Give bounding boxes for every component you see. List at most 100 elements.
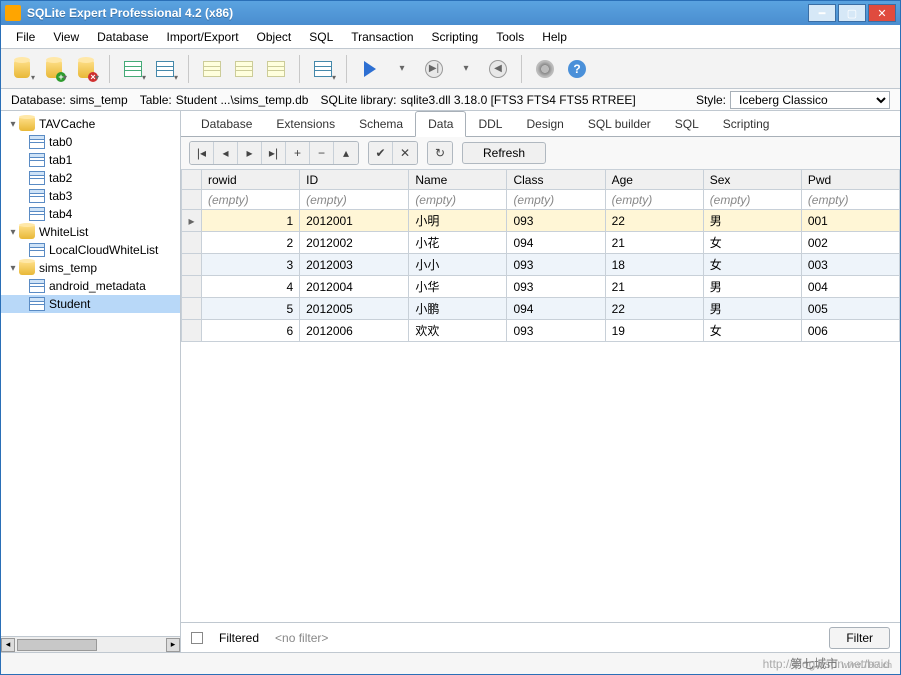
menu-scripting[interactable]: Scripting [425, 27, 486, 47]
minimize-button[interactable]: ━ [808, 4, 836, 22]
open-database-button[interactable]: ▾ [7, 54, 37, 84]
step-back-button[interactable]: ◀ [483, 54, 513, 84]
cell-id[interactable]: 2012003 [300, 254, 409, 276]
empty-cell[interactable]: (empty) [703, 190, 801, 210]
empty-cell[interactable]: (empty) [507, 190, 605, 210]
new-index-button[interactable] [261, 54, 291, 84]
menu-file[interactable]: File [9, 27, 42, 47]
column-header-age[interactable]: Age [605, 170, 703, 190]
tab-extensions[interactable]: Extensions [264, 112, 347, 136]
nav-edit-button[interactable]: ▴ [334, 142, 358, 164]
nav-first-button[interactable]: |◂ [190, 142, 214, 164]
cell-name[interactable]: 小鹏 [409, 298, 507, 320]
empty-cell[interactable]: (empty) [409, 190, 507, 210]
cell-age[interactable]: 22 [605, 210, 703, 232]
nav-cancel-button[interactable]: ✕ [393, 142, 417, 164]
cell-name[interactable]: 小明 [409, 210, 507, 232]
cell-name[interactable]: 小小 [409, 254, 507, 276]
close-button[interactable]: ✕ [868, 4, 896, 22]
new-table-button[interactable] [197, 54, 227, 84]
column-header-rowid[interactable]: rowid [202, 170, 300, 190]
settings-button[interactable] [530, 54, 560, 84]
menu-transaction[interactable]: Transaction [344, 27, 420, 47]
cell-id[interactable]: 2012002 [300, 232, 409, 254]
nav-delete-button[interactable]: − [310, 142, 334, 164]
maximize-button[interactable]: ▢ [838, 4, 866, 22]
help-button[interactable]: ? [562, 54, 592, 84]
database-tree[interactable]: ▾TAVCachetab0tab1tab2tab3tab4▾WhiteListL… [1, 111, 180, 636]
tree-table-student[interactable]: Student [1, 295, 180, 313]
column-header-sex[interactable]: Sex [703, 170, 801, 190]
column-header-name[interactable]: Name [409, 170, 507, 190]
cell-name[interactable]: 欢欢 [409, 320, 507, 342]
menu-sql[interactable]: SQL [302, 27, 340, 47]
cell-name[interactable]: 小华 [409, 276, 507, 298]
tree-table-android_metadata[interactable]: android_metadata [1, 277, 180, 295]
cell-id[interactable]: 2012004 [300, 276, 409, 298]
execute-button[interactable] [355, 54, 385, 84]
new-sql-button[interactable]: ▾ [308, 54, 338, 84]
nav-prev-button[interactable]: ◂ [214, 142, 238, 164]
column-header-class[interactable]: Class [507, 170, 605, 190]
cell-class[interactable]: 094 [507, 298, 605, 320]
cell-class[interactable]: 093 [507, 254, 605, 276]
menu-object[interactable]: Object [250, 27, 299, 47]
table-row[interactable]: 22012002小花09421女002 [182, 232, 900, 254]
cell-class[interactable]: 093 [507, 276, 605, 298]
tree-table-tab1[interactable]: tab1 [1, 151, 180, 169]
menu-database[interactable]: Database [90, 27, 155, 47]
tab-schema[interactable]: Schema [347, 112, 415, 136]
tab-scripting[interactable]: Scripting [711, 112, 782, 136]
cell-pwd[interactable]: 001 [801, 210, 899, 232]
tab-sql[interactable]: SQL [663, 112, 711, 136]
data-grid[interactable]: rowidIDNameClassAgeSexPwd (empty)(empty)… [181, 169, 900, 342]
cell-age[interactable]: 19 [605, 320, 703, 342]
table-row[interactable]: 52012005小鹏09422男005 [182, 298, 900, 320]
cell-pwd[interactable]: 003 [801, 254, 899, 276]
column-header-id[interactable]: ID [300, 170, 409, 190]
cell-rowid[interactable]: 6 [202, 320, 300, 342]
menu-importexport[interactable]: Import/Export [160, 27, 246, 47]
table-row[interactable]: 32012003小小09318女003 [182, 254, 900, 276]
table-row[interactable]: ▸12012001小明09322男001 [182, 210, 900, 232]
cell-id[interactable]: 2012001 [300, 210, 409, 232]
cell-rowid[interactable]: 4 [202, 276, 300, 298]
tree-table-localcloudwhitelist[interactable]: LocalCloudWhiteList [1, 241, 180, 259]
table-row[interactable]: 62012006欢欢09319女006 [182, 320, 900, 342]
cell-sex[interactable]: 男 [703, 210, 801, 232]
cell-rowid[interactable]: 2 [202, 232, 300, 254]
nav-refresh-button[interactable]: ↻ [428, 142, 452, 164]
style-select[interactable]: Iceberg Classico [730, 91, 890, 109]
tree-db-whitelist[interactable]: ▾WhiteList [1, 223, 180, 241]
new-database-button[interactable]: +▾ [39, 54, 69, 84]
column-header-pwd[interactable]: Pwd [801, 170, 899, 190]
table-row[interactable]: 42012004小华09321男004 [182, 276, 900, 298]
tree-horizontal-scrollbar[interactable]: ◂▸ [1, 636, 180, 652]
cell-id[interactable]: 2012005 [300, 298, 409, 320]
empty-cell[interactable]: (empty) [801, 190, 899, 210]
cell-age[interactable]: 21 [605, 232, 703, 254]
cell-id[interactable]: 2012006 [300, 320, 409, 342]
cell-sex[interactable]: 男 [703, 276, 801, 298]
cell-rowid[interactable]: 3 [202, 254, 300, 276]
cell-age[interactable]: 18 [605, 254, 703, 276]
cell-pwd[interactable]: 005 [801, 298, 899, 320]
menu-tools[interactable]: Tools [489, 27, 531, 47]
import-button[interactable]: ▾ [118, 54, 148, 84]
tree-table-tab3[interactable]: tab3 [1, 187, 180, 205]
filter-button[interactable]: Filter [829, 627, 890, 649]
empty-cell[interactable]: (empty) [300, 190, 409, 210]
cell-age[interactable]: 22 [605, 298, 703, 320]
nav-commit-button[interactable]: ✔ [369, 142, 393, 164]
tree-table-tab0[interactable]: tab0 [1, 133, 180, 151]
tree-table-tab2[interactable]: tab2 [1, 169, 180, 187]
empty-cell[interactable]: (empty) [605, 190, 703, 210]
tab-data[interactable]: Data [415, 111, 466, 137]
menu-view[interactable]: View [46, 27, 86, 47]
tree-table-tab4[interactable]: tab4 [1, 205, 180, 223]
cell-age[interactable]: 21 [605, 276, 703, 298]
nav-next-button[interactable]: ▸ [238, 142, 262, 164]
empty-cell[interactable]: (empty) [202, 190, 300, 210]
new-view-button[interactable] [229, 54, 259, 84]
tree-db-sims_temp[interactable]: ▾sims_temp [1, 259, 180, 277]
